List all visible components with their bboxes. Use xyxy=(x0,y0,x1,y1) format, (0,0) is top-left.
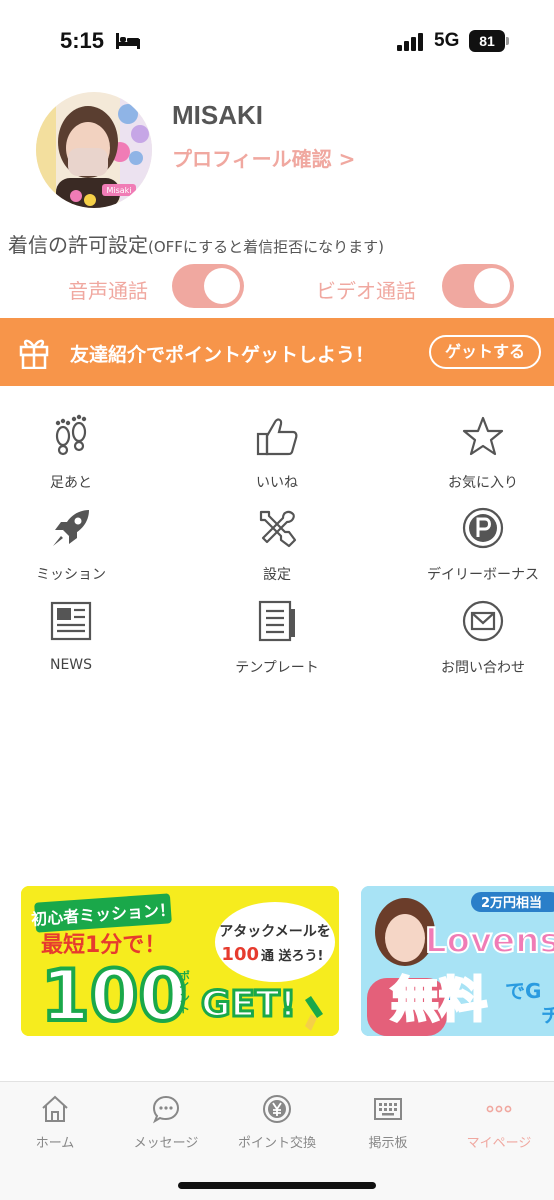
promo-banner-lovense-art: 2万円相当 Lovens 無料 でG チ xyxy=(361,886,554,1036)
menu-item-favorites[interactable]: お気に入り xyxy=(403,414,554,500)
menu-item-template[interactable]: テンプレート xyxy=(197,599,357,685)
tools-icon xyxy=(259,510,297,548)
menu-label: 設定 xyxy=(263,567,291,583)
get-button[interactable]: ゲットする xyxy=(429,335,541,369)
promo2-side: でG xyxy=(505,979,541,1003)
call-settings-title: 着信の許可設定(OFFにすると着信拒否になります) xyxy=(8,229,384,258)
menu-item-news[interactable]: NEWS xyxy=(0,599,151,685)
promo-banner-mission-art: 初心者ミッション！ 最短1分で！ 100 ポイント GET! アタックメールを … xyxy=(21,886,339,1036)
rocket-icon xyxy=(53,510,89,546)
voice-call-label: 音声通話 xyxy=(68,279,148,303)
promo-big-number: 100 xyxy=(41,955,187,1036)
video-call-toggle[interactable] xyxy=(442,264,514,308)
promo-bubble-line1: アタックメールを xyxy=(219,924,330,940)
referral-banner[interactable]: 友達紹介でポイントゲットしよう！ ゲットする xyxy=(0,318,554,386)
tab-label: ポイント交換 xyxy=(237,1136,316,1151)
referral-text: 友達紹介でポイントゲットしよう！ xyxy=(70,344,375,366)
profile-link[interactable]: プロフィール確認 > xyxy=(172,143,355,172)
promo2-side2: チ xyxy=(541,1003,554,1027)
voice-call-toggle[interactable] xyxy=(172,264,244,308)
call-settings-note: (OFFにすると着信拒否になります) xyxy=(148,238,384,256)
sleep-mode-icon xyxy=(116,33,140,49)
promo-get: GET! xyxy=(201,984,296,1025)
tab-label: 掲示板 xyxy=(368,1136,408,1151)
battery-icon: 81 xyxy=(469,30,505,52)
battery-cap xyxy=(506,37,509,45)
keyboard-icon xyxy=(374,1098,402,1120)
tab-label: マイページ xyxy=(466,1136,532,1151)
video-call-label: ビデオ通話 xyxy=(316,279,416,303)
promo-banner-mission[interactable]: 初心者ミッション！ 最短1分で！ 100 ポイント GET! アタックメールを … xyxy=(21,886,339,1036)
network-type: 5G xyxy=(434,30,460,51)
menu-label: デイリーボーナス xyxy=(427,567,539,583)
cellular-signal-icon xyxy=(397,33,423,51)
menu-label: 足あと xyxy=(50,475,92,491)
footprints-icon xyxy=(55,414,87,456)
tab-mypage[interactable]: マイページ xyxy=(444,1094,554,1154)
menu-label: お問い合わせ xyxy=(441,660,525,676)
promo-banner-lovense[interactable]: 2万円相当 Lovens 無料 でG チ xyxy=(361,886,554,1036)
avatar-caption: Misaki xyxy=(106,186,131,195)
menu-item-likes[interactable]: いいね xyxy=(197,414,357,500)
call-settings-heading: 着信の許可設定 xyxy=(8,233,148,257)
thumbs-up-icon xyxy=(256,418,298,456)
p-coin-icon xyxy=(462,507,504,549)
menu-item-footprints[interactable]: 足あと xyxy=(0,414,151,500)
toggle-knob xyxy=(474,268,510,304)
status-bar: 5:15 5G 81 xyxy=(0,0,554,84)
battery-level: 81 xyxy=(479,33,495,49)
promo2-top: 2万円相当 xyxy=(481,895,542,911)
status-time: 5:15 xyxy=(60,28,105,53)
promo-bubble-number: 100 xyxy=(221,944,259,965)
more-dots-icon xyxy=(486,1105,512,1113)
menu-label: お気に入り xyxy=(448,475,518,491)
avatar-image: Misaki xyxy=(36,92,152,208)
toggle-knob xyxy=(204,268,240,304)
tab-messages[interactable]: メッセージ xyxy=(111,1094,221,1154)
promo2-brand: Lovens xyxy=(425,921,554,961)
tab-points[interactable]: ポイント交換 xyxy=(222,1094,332,1154)
menu-item-mission[interactable]: ミッション xyxy=(0,506,151,592)
promo-unit: ポイント xyxy=(178,969,191,1014)
tab-board[interactable]: 掲示板 xyxy=(333,1094,443,1154)
mail-icon xyxy=(462,600,504,642)
avatar[interactable]: Misaki xyxy=(36,92,152,208)
chat-bubble-icon xyxy=(152,1095,180,1124)
menu-label: いいね xyxy=(256,475,298,491)
profile-name: MISAKI xyxy=(172,100,263,130)
menu-label: テンプレート xyxy=(235,660,319,676)
menu-label: NEWS xyxy=(49,657,93,673)
tab-label: ホーム xyxy=(35,1136,75,1151)
star-icon xyxy=(462,416,504,456)
gift-icon xyxy=(19,339,49,369)
yen-coin-icon xyxy=(263,1095,291,1123)
promo-bubble-line2: 通 送ろう! xyxy=(261,948,323,964)
home-icon xyxy=(42,1095,68,1122)
promo2-big: 無料 xyxy=(391,972,487,1028)
newspaper-icon xyxy=(50,601,92,641)
document-icon xyxy=(258,600,295,642)
tab-label: メッセージ xyxy=(133,1136,199,1151)
menu-item-daily-bonus[interactable]: デイリーボーナス xyxy=(403,506,554,592)
menu-item-contact[interactable]: お問い合わせ xyxy=(403,599,554,685)
menu-item-settings[interactable]: 設定 xyxy=(197,506,357,592)
home-indicator[interactable] xyxy=(178,1182,376,1189)
menu-label: ミッション xyxy=(36,567,106,583)
tab-home[interactable]: ホーム xyxy=(0,1094,110,1154)
